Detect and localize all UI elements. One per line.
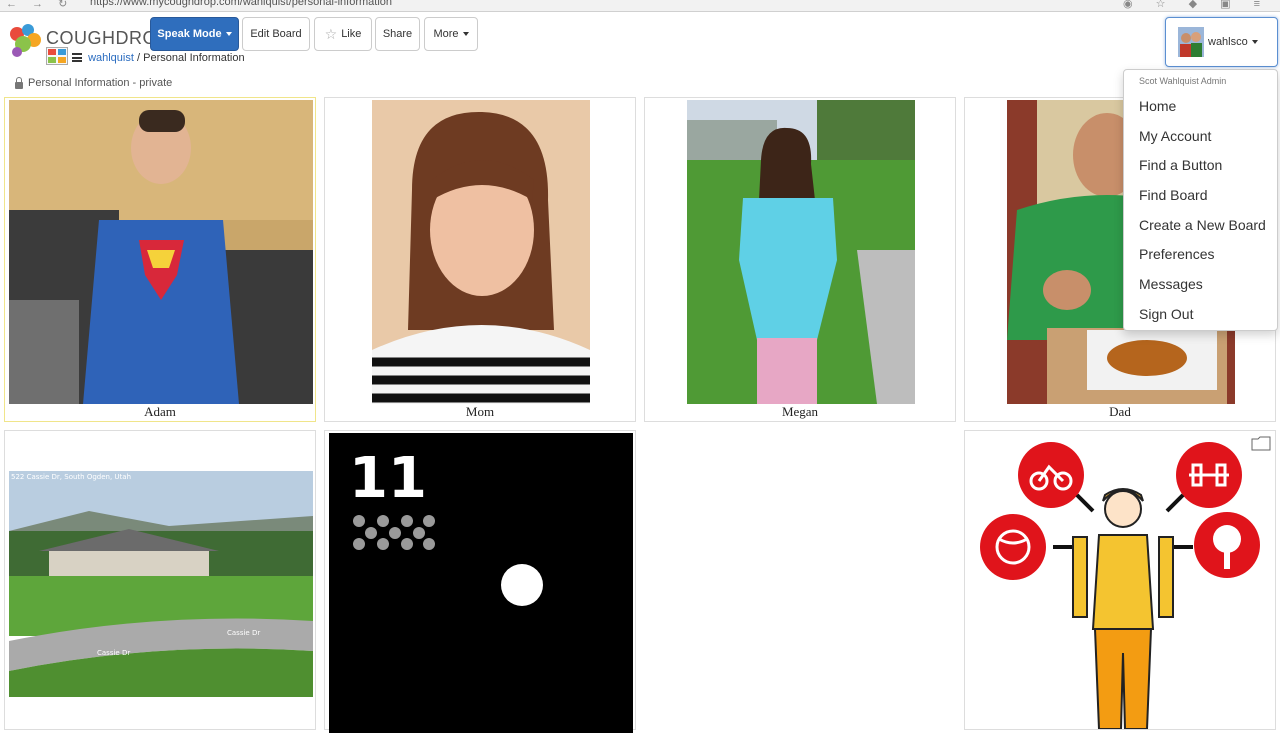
- speak-mode-button[interactable]: Speak Mode: [150, 17, 239, 51]
- browser-nav-icons[interactable]: ← → ↻: [6, 0, 73, 10]
- street-label: Cassie Dr: [97, 649, 130, 657]
- button-label: Mom: [465, 404, 495, 419]
- activities-symbol: [980, 442, 1260, 729]
- user-avatar: [1178, 27, 1204, 57]
- number-symbol-text: 11: [349, 446, 427, 511]
- edit-board-label: Edit Board: [250, 28, 302, 40]
- megan-photo: [687, 100, 915, 404]
- menu-item-preferences[interactable]: Preferences: [1139, 246, 1214, 262]
- list-icon: [72, 53, 82, 62]
- menu-item-messages[interactable]: Messages: [1139, 276, 1203, 292]
- menu-item-create-board[interactable]: Create a New Board: [1139, 217, 1266, 233]
- more-button[interactable]: More: [424, 17, 478, 51]
- board-button-activities[interactable]: [964, 430, 1276, 730]
- board-button-number[interactable]: 11: [324, 430, 636, 733]
- more-label: More: [433, 28, 459, 40]
- url-text[interactable]: https://www.mycoughdrop.com/wahlquist/pe…: [90, 0, 392, 8]
- user-menu-button[interactable]: wahlsco: [1165, 17, 1278, 67]
- breadcrumb: wahlquist / Personal Information: [72, 52, 245, 64]
- button-label: Dad: [1109, 404, 1131, 419]
- edit-board-button[interactable]: Edit Board: [242, 17, 310, 51]
- chevron-down-icon: [1251, 40, 1258, 44]
- board-button-mom[interactable]: Mom: [324, 97, 636, 422]
- speak-mode-label: Speak Mode: [157, 28, 222, 40]
- browser-extension-icons[interactable]: ◉ ☆ ◆ ▣ ≡: [1123, 0, 1270, 10]
- share-button[interactable]: Share: [375, 17, 420, 51]
- street-label: Cassie Dr: [227, 629, 260, 637]
- user-name: wahlsco: [1208, 36, 1248, 48]
- menu-item-find-button[interactable]: Find a Button: [1139, 157, 1222, 173]
- menu-item-home[interactable]: Home: [1139, 98, 1176, 114]
- button-label: Megan: [781, 404, 819, 419]
- house-photo: 522 Cassie Dr, South Ogden, Utah Cassie …: [9, 471, 313, 697]
- number-symbol: 11: [329, 433, 633, 733]
- board-privacy: Personal Information - private: [15, 76, 173, 89]
- user-dropdown-menu: Scot Wahlquist Admin Home My Account Fin…: [1123, 69, 1278, 331]
- coughdrop-logo-icon[interactable]: [8, 22, 44, 62]
- board-button-adam[interactable]: Adam: [4, 97, 316, 422]
- breadcrumb-user-link[interactable]: wahlquist: [88, 52, 134, 64]
- menu-item-sign-out[interactable]: Sign Out: [1139, 306, 1193, 322]
- share-label: Share: [382, 28, 413, 40]
- star-icon: ☆: [324, 25, 338, 42]
- chevron-down-icon: [462, 32, 469, 36]
- lock-icon: [15, 76, 23, 89]
- like-button[interactable]: ☆ Like: [314, 17, 372, 51]
- dropdown-header: Scot Wahlquist Admin: [1139, 76, 1227, 86]
- adam-photo: [9, 100, 313, 404]
- street-address-text: 522 Cassie Dr, South Ogden, Utah: [11, 473, 131, 481]
- board-button-house[interactable]: 522 Cassie Dr, South Ogden, Utah Cassie …: [4, 430, 316, 730]
- browser-url-bar: ← → ↻ https://www.mycoughdrop.com/wahlqu…: [0, 0, 1280, 12]
- menu-item-my-account[interactable]: My Account: [1139, 128, 1211, 144]
- breadcrumb-board: Personal Information: [143, 52, 245, 64]
- mom-photo: [372, 100, 590, 404]
- menu-item-find-board[interactable]: Find Board: [1139, 187, 1207, 203]
- button-label: Adam: [144, 404, 176, 419]
- board-thumbnail-icon: [46, 47, 68, 65]
- privacy-label: Personal Information - private: [28, 77, 173, 89]
- board-button-blank[interactable]: [644, 430, 956, 730]
- chevron-down-icon: [225, 32, 232, 36]
- like-label: Like: [341, 28, 362, 40]
- board-button-megan[interactable]: Megan: [644, 97, 956, 422]
